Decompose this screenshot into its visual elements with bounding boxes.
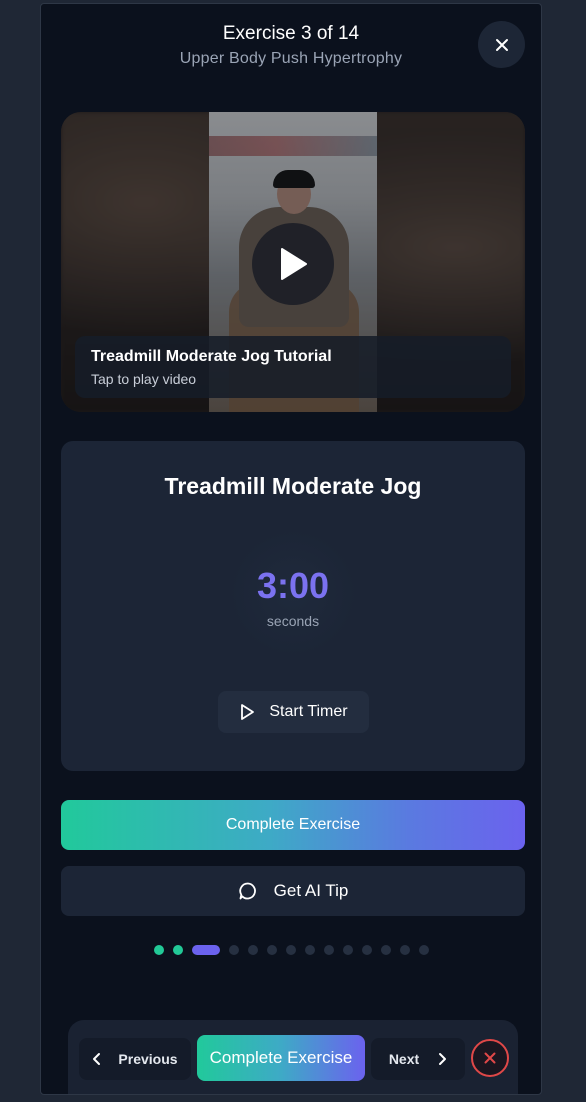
nav-complete-exercise-button[interactable]: Complete Exercise	[197, 1035, 365, 1081]
video-hint: Tap to play video	[91, 371, 197, 387]
get-ai-tip-label: Get AI Tip	[273, 881, 349, 900]
progress-dot[interactable]	[266, 945, 277, 955]
play-button[interactable]	[252, 223, 334, 305]
chevron-right-icon	[439, 1053, 447, 1065]
progress-dot[interactable]	[228, 945, 239, 955]
previous-button[interactable]: Previous	[79, 1038, 191, 1080]
get-ai-tip-button[interactable]: Get AI Tip	[61, 866, 525, 916]
exercise-counter: Exercise 3 of 14	[222, 23, 360, 44]
progress-dot[interactable]	[342, 945, 353, 955]
progress-dot[interactable]	[247, 945, 258, 955]
progress-dot[interactable]	[380, 945, 391, 955]
next-button[interactable]: Next	[371, 1038, 465, 1080]
play-outline-icon	[241, 704, 255, 720]
workout-name: Upper Body Push Hypertrophy	[179, 50, 403, 67]
progress-dot[interactable]	[399, 945, 410, 955]
exercise-card: Treadmill Moderate Jog 3:00 seconds Star…	[61, 441, 525, 771]
progress-dot[interactable]	[304, 945, 315, 955]
timer-unit: seconds	[266, 613, 320, 629]
play-icon	[281, 248, 307, 280]
complete-exercise-button[interactable]: Complete Exercise	[61, 800, 525, 850]
progress-dot[interactable]	[361, 945, 372, 955]
video-caption[interactable]: Treadmill Moderate Jog Tutorial Tap to p…	[75, 336, 511, 398]
exercise-name: Treadmill Moderate Jog	[164, 473, 422, 499]
start-timer-button[interactable]: Start Timer	[218, 691, 369, 733]
video-player[interactable]: Treadmill Moderate Jog Tutorial Tap to p…	[61, 112, 525, 412]
progress-dot-current[interactable]	[191, 945, 220, 955]
start-timer-label: Start Timer	[269, 703, 348, 720]
bottom-nav: Previous Complete Exercise Next	[68, 1020, 518, 1094]
complete-exercise-label: Complete Exercise	[225, 816, 361, 833]
nav-complete-label: Complete Exercise	[209, 1048, 353, 1067]
timer-value: 3:00	[256, 565, 330, 606]
close-icon	[495, 38, 508, 51]
chevron-left-icon	[93, 1053, 101, 1065]
previous-label: Previous	[118, 1051, 178, 1067]
exercise-modal: Exercise 3 of 14 Upper Body Push Hypertr…	[40, 3, 542, 1095]
progress-dot[interactable]	[285, 945, 296, 955]
progress-dots	[41, 945, 541, 955]
next-label: Next	[388, 1051, 420, 1067]
stop-icon	[484, 1052, 496, 1064]
chat-bubble-icon	[239, 882, 256, 900]
progress-dot[interactable]	[418, 945, 429, 955]
stop-workout-button[interactable]	[471, 1039, 509, 1077]
video-title: Treadmill Moderate Jog Tutorial	[91, 348, 332, 365]
progress-dot[interactable]	[323, 945, 334, 955]
progress-dot[interactable]	[153, 945, 164, 955]
close-button[interactable]	[478, 21, 525, 68]
progress-dot[interactable]	[172, 945, 183, 955]
